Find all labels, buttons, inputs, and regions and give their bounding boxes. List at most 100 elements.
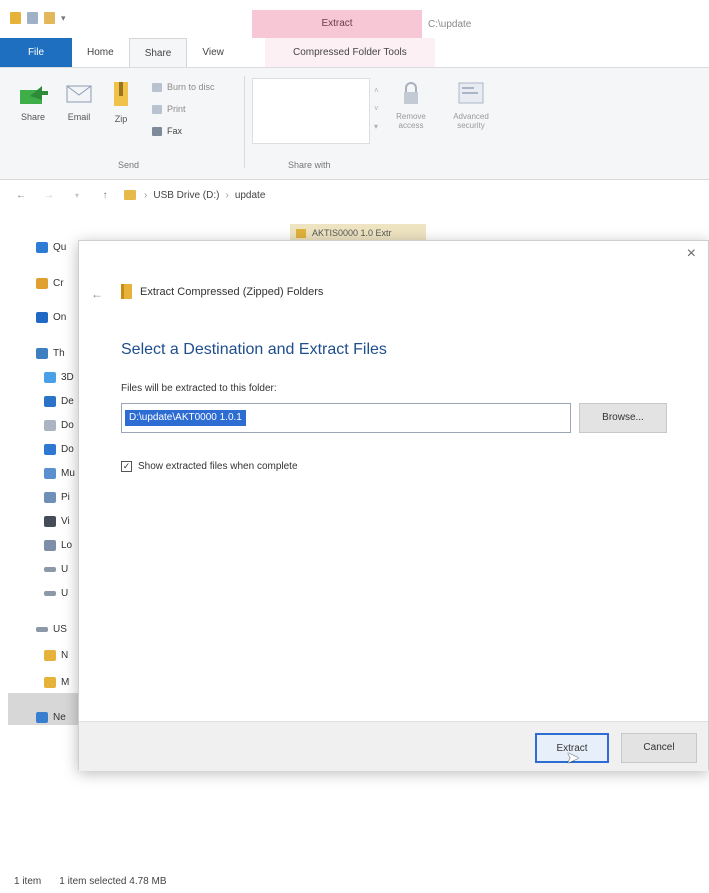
burn-to-disc-button[interactable]: Burn to disc xyxy=(152,82,215,92)
sidebar-item-pictures[interactable]: Pi xyxy=(44,492,70,503)
sidebar-item-folder-n[interactable]: N xyxy=(44,650,68,661)
folder-icon xyxy=(44,650,56,661)
share-label: Share xyxy=(20,112,46,122)
tab-home[interactable]: Home xyxy=(72,38,129,67)
zip-icon xyxy=(114,82,128,106)
cancel-button[interactable]: Cancel xyxy=(621,733,697,763)
close-icon[interactable]: × xyxy=(687,245,696,263)
share-with-scroll[interactable]: ˄ ˅ ▾ xyxy=(374,82,379,136)
sidebar-item-quick-access[interactable]: Qu xyxy=(36,242,66,253)
advanced-security-label: Advanced security xyxy=(453,112,489,130)
fax-button[interactable]: Fax xyxy=(152,126,182,136)
dialog-title: Extract Compressed (Zipped) Folders xyxy=(121,284,323,299)
tab-compressed-folder-tools[interactable]: Compressed Folder Tools xyxy=(264,38,435,67)
send-group-label: Send xyxy=(118,160,140,170)
sidebar-item-network[interactable]: Ne xyxy=(36,712,66,723)
show-files-checkbox[interactable]: ✓ Show extracted files when complete xyxy=(121,461,298,472)
sidebar-item-usb-drive-2[interactable]: U xyxy=(44,588,68,599)
zip-folder-icon xyxy=(121,284,132,299)
dialog-footer: Extract Cancel xyxy=(79,721,708,771)
usb-drive-icon xyxy=(44,591,56,596)
share-icon xyxy=(20,86,48,104)
browse-button[interactable]: Browse... xyxy=(579,403,667,433)
computer-icon xyxy=(36,348,48,359)
remove-access-button[interactable]: Remove access xyxy=(388,80,434,130)
dialog-title-text: Extract Compressed (Zipped) Folders xyxy=(140,285,324,298)
chevron-right-icon[interactable]: › xyxy=(144,190,147,201)
sidebar-item-music[interactable]: Mu xyxy=(44,468,75,479)
document-icon xyxy=(44,420,56,431)
video-icon xyxy=(44,516,56,527)
back-arrow-icon[interactable]: ← xyxy=(91,287,103,301)
sidebar-item-downloads[interactable]: Do xyxy=(44,444,74,455)
tab-view[interactable]: View xyxy=(187,38,239,67)
context-tab-extract: Extract xyxy=(252,10,422,38)
sidebar-item-documents[interactable]: Do xyxy=(44,420,74,431)
selection-info: 1 item selected 4.78 MB xyxy=(59,876,167,887)
zip-folder-icon xyxy=(296,228,306,238)
ribbon-separator xyxy=(244,76,245,168)
picture-icon xyxy=(44,492,56,503)
recent-locations-icon[interactable]: ▾ xyxy=(70,191,84,200)
advanced-security-button[interactable]: Advanced security xyxy=(444,80,498,130)
destination-path-input[interactable]: D:\update\AKT0000 1.0.1 xyxy=(121,403,571,433)
network-icon xyxy=(36,712,48,723)
item-count: 1 item xyxy=(14,876,42,887)
title-bar: ▾ Extract C:\update xyxy=(0,0,709,38)
destination-label: Files will be extracted to this folder: xyxy=(121,383,277,394)
email-button[interactable]: Email xyxy=(64,82,94,122)
lock-icon xyxy=(404,82,418,104)
breadcrumb-usb-drive[interactable]: USB Drive (D:) xyxy=(153,190,219,201)
zip-label: Zip xyxy=(114,114,128,124)
sidebar-item-local-disk[interactable]: Lo xyxy=(44,540,72,551)
navigation-pane: Qu Cr On Th 3D De Do Do Mu Pi Vi Lo U U … xyxy=(0,230,78,800)
email-label: Email xyxy=(67,112,91,122)
share-with-list[interactable] xyxy=(252,78,370,144)
forward-arrow-icon[interactable]: → xyxy=(42,190,56,201)
sidebar-item-usb-drive-d[interactable]: US xyxy=(36,624,67,635)
printer-icon xyxy=(152,104,162,114)
sidebar-item-creative-cloud[interactable]: Cr xyxy=(36,278,64,289)
sidebar-item-onedrive[interactable]: On xyxy=(36,312,66,323)
folder-icon xyxy=(44,677,56,688)
chevron-right-icon[interactable]: › xyxy=(225,190,228,201)
usb-drive-icon xyxy=(44,567,56,572)
folder-icon xyxy=(124,190,136,200)
sidebar-item-this-pc[interactable]: Th xyxy=(36,348,65,359)
new-folder-icon[interactable] xyxy=(44,12,55,24)
email-icon xyxy=(66,85,92,103)
checkbox-checked-icon[interactable]: ✓ xyxy=(121,461,132,472)
share-with-group-label: Share with xyxy=(288,160,331,170)
chevron-down-icon[interactable]: ▾ xyxy=(61,13,66,24)
breadcrumb-update[interactable]: update xyxy=(235,190,266,201)
cloud-folder-icon xyxy=(36,278,48,289)
quick-access-toolbar: ▾ xyxy=(10,12,66,24)
background-file-name: AKTIS0000 1.0 Extr xyxy=(312,228,392,238)
print-label: Print xyxy=(167,104,186,114)
sidebar-item-3d-objects[interactable]: 3D xyxy=(44,372,74,383)
share-button[interactable]: Share xyxy=(18,82,48,122)
ribbon: Share Email Zip Burn to disc Print Fax S… xyxy=(0,68,709,180)
zip-button[interactable]: Zip xyxy=(112,80,130,124)
properties-icon[interactable] xyxy=(27,12,38,24)
star-icon xyxy=(36,242,48,253)
folder-icon[interactable] xyxy=(10,12,21,24)
music-icon xyxy=(44,468,56,479)
fax-icon xyxy=(152,126,162,136)
back-arrow-icon[interactable]: ← xyxy=(14,190,28,201)
up-arrow-icon[interactable]: ↑ xyxy=(98,190,112,201)
desktop-icon xyxy=(44,396,56,407)
dialog-heading: Select a Destination and Extract Files xyxy=(121,341,387,358)
extract-dialog: × ← Extract Compressed (Zipped) Folders … xyxy=(78,240,709,771)
mouse-cursor-icon: ➤ xyxy=(566,750,580,767)
sidebar-item-desktop[interactable]: De xyxy=(44,396,74,407)
sidebar-item-videos[interactable]: Vi xyxy=(44,516,70,527)
sidebar-item-folder-m[interactable]: M xyxy=(44,677,69,688)
tab-file[interactable]: File xyxy=(0,38,72,67)
sidebar-item-usb-drive-1[interactable]: U xyxy=(44,564,68,575)
disc-icon xyxy=(152,82,162,92)
print-button[interactable]: Print xyxy=(152,104,186,114)
tab-share[interactable]: Share xyxy=(128,38,188,67)
cloud-icon xyxy=(36,312,48,323)
burn-to-disc-label: Burn to disc xyxy=(167,82,215,92)
